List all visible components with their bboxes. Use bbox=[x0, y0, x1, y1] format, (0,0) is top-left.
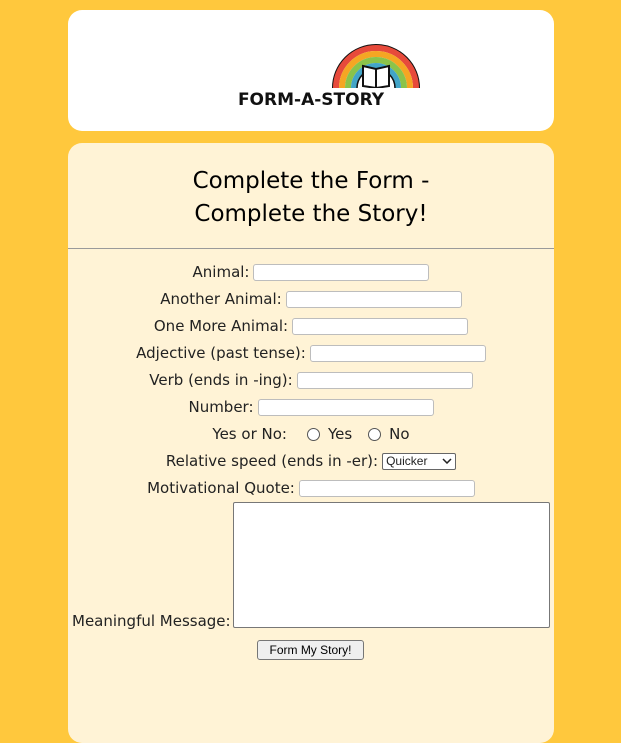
one-more-animal-label: One More Animal: bbox=[153, 317, 289, 335]
one-more-animal-input[interactable] bbox=[292, 317, 469, 335]
yes-radio[interactable] bbox=[306, 427, 320, 441]
logo-card: FORM-A-STORY bbox=[68, 10, 554, 131]
one-more-animal-row: One More Animal: bbox=[68, 315, 554, 337]
divider bbox=[68, 248, 554, 249]
motivational-quote-label: Motivational Quote: bbox=[147, 479, 295, 497]
adjective-label: Adjective (past tense): bbox=[136, 344, 306, 362]
meaningful-message-label: Meaningful Message: bbox=[72, 612, 231, 630]
meaningful-message-textarea[interactable] bbox=[233, 502, 550, 628]
relative-speed-value: Quicker bbox=[386, 454, 428, 468]
yes-option[interactable]: Yes bbox=[306, 425, 353, 443]
rainbow-book-icon bbox=[332, 44, 420, 88]
another-animal-input[interactable] bbox=[285, 290, 462, 308]
yes-no-row: Yes or No: Yes No bbox=[68, 423, 554, 445]
number-input[interactable] bbox=[257, 398, 434, 416]
relative-speed-label: Relative speed (ends in -er): bbox=[165, 452, 379, 470]
relative-speed-select[interactable]: Quicker bbox=[382, 452, 457, 470]
no-radio[interactable] bbox=[368, 427, 382, 441]
motivational-quote-input[interactable] bbox=[298, 479, 475, 497]
yes-option-label: Yes bbox=[327, 425, 353, 443]
animal-row: Animal: bbox=[68, 261, 554, 283]
page-title-line2: Complete the Story! bbox=[194, 201, 428, 227]
adjective-input[interactable] bbox=[309, 344, 486, 362]
logo-text: FORM-A-STORY bbox=[237, 90, 385, 110]
verb-input[interactable] bbox=[296, 371, 473, 389]
number-label: Number: bbox=[188, 398, 254, 416]
chevron-down-icon bbox=[442, 458, 452, 464]
meaningful-message-row: Meaningful Message: bbox=[68, 502, 554, 630]
submit-button[interactable]: Form My Story! bbox=[257, 640, 364, 660]
animal-input[interactable] bbox=[253, 263, 430, 281]
yes-no-label: Yes or No: bbox=[212, 425, 287, 443]
verb-row: Verb (ends in -ing): bbox=[68, 369, 554, 391]
relative-speed-row: Relative speed (ends in -er): Quicker bbox=[68, 450, 554, 472]
another-animal-label: Another Animal: bbox=[160, 290, 282, 308]
another-animal-row: Another Animal: bbox=[68, 288, 554, 310]
form-card: Complete the Form - Complete the Story! … bbox=[68, 143, 554, 743]
verb-label: Verb (ends in -ing): bbox=[149, 371, 293, 389]
adjective-row: Adjective (past tense): bbox=[68, 342, 554, 364]
no-option[interactable]: No bbox=[368, 425, 410, 443]
page-title-line1: Complete the Form - bbox=[192, 168, 430, 194]
no-option-label: No bbox=[389, 425, 410, 443]
motivational-quote-row: Motivational Quote: bbox=[68, 477, 554, 499]
page-title: Complete the Form - Complete the Story! bbox=[68, 165, 554, 231]
animal-label: Animal: bbox=[192, 263, 250, 281]
number-row: Number: bbox=[68, 396, 554, 418]
